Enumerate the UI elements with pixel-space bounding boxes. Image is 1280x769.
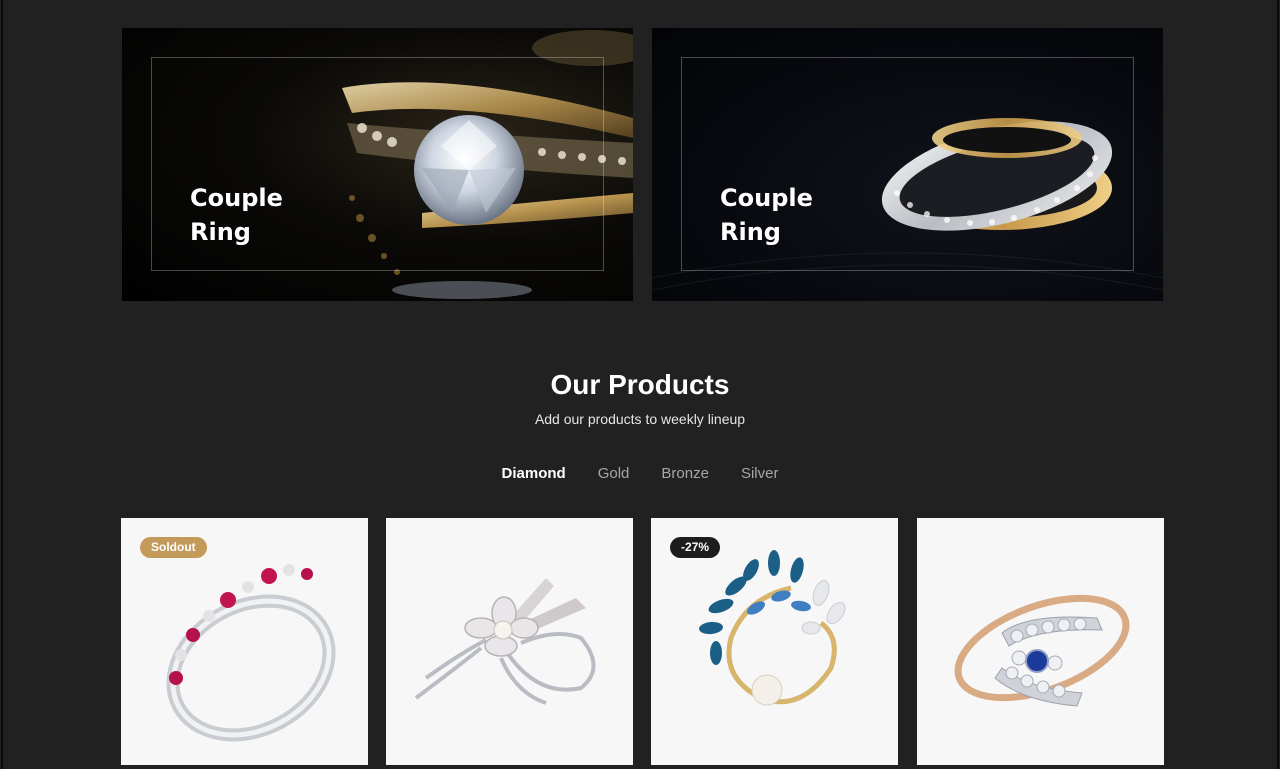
- tab-bronze[interactable]: Bronze: [645, 464, 725, 484]
- product-card[interactable]: Soldout: [121, 518, 368, 765]
- tab-silver[interactable]: Silver: [725, 464, 795, 484]
- silver-flower-brooch-icon: [414, 578, 596, 705]
- tab-diamond[interactable]: Diamond: [486, 464, 582, 484]
- sapphire-twist-ring-icon: [954, 594, 1130, 707]
- products-section-subtitle: Add our products to weekly lineup: [534, 411, 746, 427]
- banner-title: Couple Ring: [190, 184, 283, 246]
- banner-couple-ring-1[interactable]: Couple Ring: [122, 28, 633, 301]
- product-card[interactable]: [917, 518, 1164, 765]
- page: Couple Ring Couple Ring Our Products Add…: [1, 0, 1279, 769]
- discount-badge: -27%: [670, 537, 721, 558]
- tab-gold[interactable]: Gold: [582, 464, 646, 484]
- product-card[interactable]: -27%: [651, 518, 898, 765]
- soldout-badge: Soldout: [140, 537, 207, 558]
- banner-title: Couple Ring: [720, 184, 813, 246]
- product-card[interactable]: [386, 518, 633, 765]
- products-section-title: Our Products: [550, 369, 730, 400]
- product-category-tabs: Diamond Gold Bronze Silver: [1, 464, 1279, 484]
- banner-couple-ring-2[interactable]: Couple Ring: [652, 28, 1163, 301]
